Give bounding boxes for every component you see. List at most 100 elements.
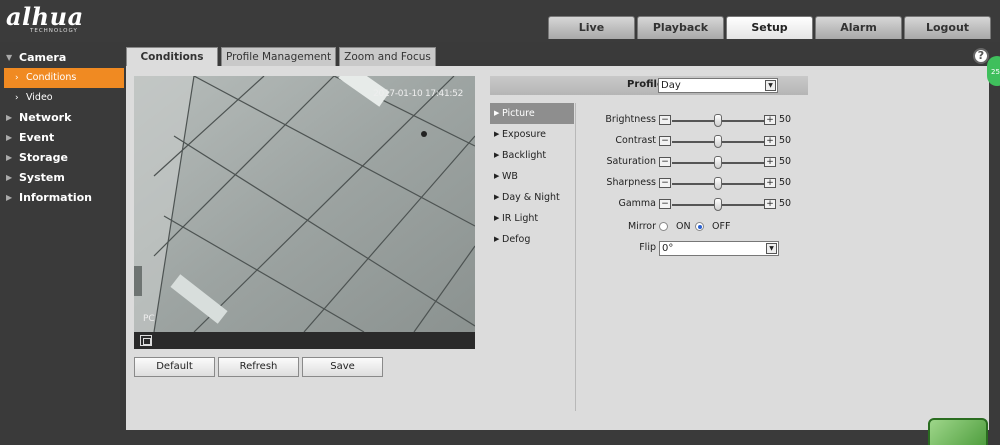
osd-label: PC (143, 314, 155, 324)
sidebar-item-label: System (19, 171, 65, 184)
saturation-slider-thumb[interactable] (714, 156, 722, 169)
chevron-right-icon: ▶ (494, 235, 500, 243)
save-button[interactable]: Save (302, 357, 383, 377)
osd-timestamp: 2017-01-10 17:41:52 (373, 89, 463, 99)
menu-item-wb[interactable]: ▶ WB (490, 166, 575, 187)
tab-alarm[interactable]: Alarm (815, 16, 902, 39)
chevron-right-icon: › (15, 73, 19, 83)
sidebar-item-video[interactable]: › Video (0, 88, 126, 108)
chevron-down-icon[interactable]: ▼ (765, 80, 776, 91)
sharpness-slider-thumb[interactable] (714, 177, 722, 190)
mirror-on-radio[interactable] (659, 222, 668, 231)
fullscreen-icon[interactable] (140, 335, 152, 346)
video-toolbar (134, 332, 475, 349)
top-navigation: Live Playback Setup Alarm Logout (548, 16, 993, 39)
menu-item-label: Defog (502, 234, 531, 245)
brightness-slider-thumb[interactable] (714, 114, 722, 127)
chevron-down-icon[interactable]: ▼ (766, 243, 777, 254)
menu-item-ir-light[interactable]: ▶ IR Light (490, 208, 575, 229)
tab-zoom-and-focus[interactable]: Zoom and Focus (339, 47, 436, 67)
flip-label: Flip (639, 242, 656, 253)
mirror-off-radio[interactable] (695, 222, 704, 231)
chevron-right-icon: ▶ (494, 151, 500, 159)
menu-item-label: Day & Night (502, 192, 560, 203)
chevron-right-icon: ▶ (6, 173, 13, 182)
sharpness-value: 50 (779, 177, 792, 188)
tab-logout[interactable]: Logout (904, 16, 991, 39)
menu-item-label: IR Light (502, 213, 539, 224)
minus-icon[interactable]: − (659, 136, 671, 146)
contrast-label: Contrast (615, 135, 656, 146)
conditions-menu: ▶ Picture ▶ Exposure ▶ Backlight ▶ WB ▶ Day &… (490, 103, 575, 250)
menu-item-label: Exposure (502, 129, 546, 140)
contrast-value: 50 (779, 135, 792, 146)
tab-playback[interactable]: Playback (637, 16, 724, 39)
mirror-off-label: OFF (712, 221, 731, 232)
camera-image (134, 76, 475, 332)
profile-select[interactable]: Day ▼ (658, 78, 778, 93)
brightness-value: 50 (779, 114, 792, 125)
sidebar-item-conditions[interactable]: › Conditions (4, 68, 124, 88)
minus-icon[interactable]: − (659, 199, 671, 209)
flip-select[interactable]: 0° ▼ (659, 241, 779, 256)
sidebar-item-label: Network (19, 111, 72, 124)
menu-item-defog[interactable]: ▶ Defog (490, 229, 575, 250)
menu-item-backlight[interactable]: ▶ Backlight (490, 145, 575, 166)
chevron-right-icon: ▶ (494, 130, 500, 138)
mirror-on-label: ON (676, 221, 691, 232)
tab-live[interactable]: Live (548, 16, 635, 39)
flip-value: 0° (662, 243, 674, 254)
plus-icon[interactable]: + (764, 199, 776, 209)
sharpness-row: Sharpness − +50 (590, 176, 800, 190)
chevron-right-icon: ▶ (494, 109, 500, 117)
sidebar-item-label: Storage (19, 151, 68, 164)
sidebar-item-information[interactable]: ▶ Information (0, 188, 126, 208)
contrast-slider-thumb[interactable] (714, 135, 722, 148)
menu-item-day-night[interactable]: ▶ Day & Night (490, 187, 575, 208)
refresh-button[interactable]: Refresh (218, 357, 299, 377)
sidebar-item-system[interactable]: ▶ System (0, 168, 126, 188)
sidebar-item-storage[interactable]: ▶ Storage (0, 148, 126, 168)
contrast-row: Contrast − +50 (590, 134, 800, 148)
sidebar-item-label: Conditions (26, 72, 77, 83)
minus-icon[interactable]: − (659, 157, 671, 167)
chevron-right-icon: ▶ (6, 113, 13, 122)
menu-item-label: Picture (502, 108, 535, 119)
sidebar-item-network[interactable]: ▶ Network (0, 108, 126, 128)
sub-tabs: Conditions Profile Management Zoom and F… (126, 47, 439, 67)
plus-icon[interactable]: + (764, 115, 776, 125)
flip-row: Flip 0° ▼ (590, 241, 790, 256)
side-badge[interactable]: 25 (987, 56, 1000, 86)
menu-item-picture[interactable]: ▶ Picture (490, 103, 574, 124)
chevron-down-icon: ▼ (6, 53, 13, 62)
tab-setup[interactable]: Setup (726, 16, 813, 39)
header: alhua TECHNOLOGY Live Playback Setup Ala… (0, 0, 1000, 42)
profile-value: Day (661, 80, 681, 91)
chevron-right-icon: ▶ (494, 193, 500, 201)
default-button[interactable]: Default (134, 357, 215, 377)
tab-conditions[interactable]: Conditions (126, 47, 218, 67)
logo-subtitle: TECHNOLOGY (30, 28, 78, 34)
sidebar-item-event[interactable]: ▶ Event (0, 128, 126, 148)
gamma-value: 50 (779, 198, 792, 209)
minus-icon[interactable]: − (659, 115, 671, 125)
saturation-value: 50 (779, 156, 792, 167)
corner-decoration (928, 418, 988, 445)
plus-icon[interactable]: + (764, 136, 776, 146)
brightness-row: Brightness − +50 (590, 113, 800, 127)
video-preview: 2017-01-10 17:41:52 PC (134, 76, 475, 332)
plus-icon[interactable]: + (764, 178, 776, 188)
gamma-slider-thumb[interactable] (714, 198, 722, 211)
gamma-row: Gamma − +50 (590, 197, 800, 211)
help-icon[interactable]: ? (973, 48, 989, 64)
tab-profile-management[interactable]: Profile Management (221, 47, 337, 67)
chevron-right-icon: ▶ (6, 153, 13, 162)
minus-icon[interactable]: − (659, 178, 671, 188)
sidebar-item-label: Event (19, 131, 55, 144)
profile-bar: Profile Day ▼ (490, 76, 808, 95)
menu-item-exposure[interactable]: ▶ Exposure (490, 124, 575, 145)
menu-item-label: WB (502, 171, 518, 182)
plus-icon[interactable]: + (764, 157, 776, 167)
sidebar-item-camera[interactable]: ▼ Camera (0, 48, 126, 68)
mirror-label: Mirror (628, 221, 656, 232)
